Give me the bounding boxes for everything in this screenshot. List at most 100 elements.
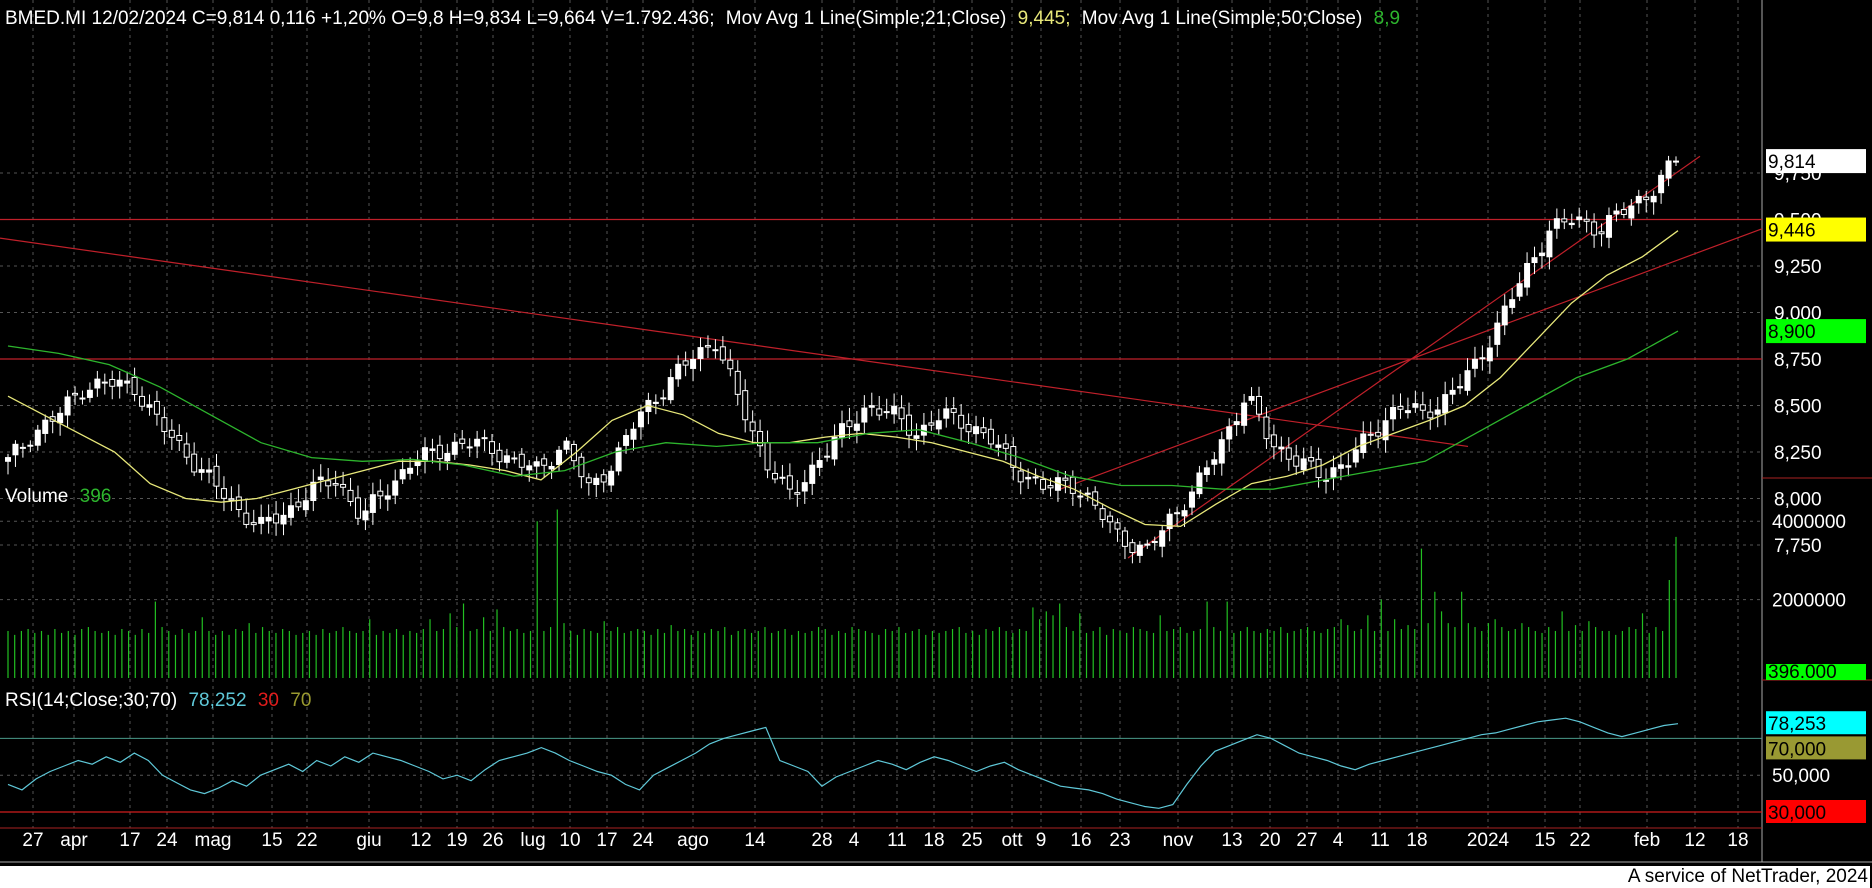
candle-body [1144, 543, 1151, 546]
candle-body [987, 428, 994, 445]
candle-body [623, 435, 630, 446]
candle-body [1449, 389, 1456, 395]
candle-body [354, 497, 361, 519]
price-tick-label: 8,000 [1774, 490, 1822, 511]
candle-body [533, 461, 540, 467]
date-tick-label: ago [677, 830, 709, 851]
stock-chart[interactable]: 7,7508,0008,2508,5008,7509,0009,2509,500… [0, 0, 1872, 888]
candle-body [846, 420, 853, 428]
price-tick-label: 8,250 [1774, 443, 1822, 464]
candle-body [206, 469, 213, 473]
candle-body [1397, 405, 1404, 410]
candle-body [198, 469, 205, 473]
candle-body [749, 421, 756, 432]
candle-body [5, 457, 11, 462]
candle-body [481, 437, 488, 440]
candle-body [548, 465, 555, 470]
candle-body [258, 516, 265, 524]
candle-body [771, 472, 778, 480]
candle-body [712, 349, 719, 352]
candle-body [34, 429, 41, 446]
candle-body [1598, 231, 1605, 235]
candle-body [891, 405, 898, 415]
candle-body [94, 378, 101, 389]
candle-body [1345, 465, 1352, 468]
candle-body [444, 452, 451, 462]
date-axis: 27 apr 17 24 mag 15 22 giu 12 19 26 lug 10 17 24 ago 14 2… [22, 830, 1748, 851]
date-tick-label: apr [60, 830, 88, 851]
candle-body [1315, 458, 1322, 479]
candle-body [1136, 544, 1143, 556]
candle-body [1203, 467, 1210, 475]
candle-body [853, 423, 860, 431]
candle-body [1241, 402, 1248, 426]
candle-body [958, 414, 965, 429]
candle-body [1211, 459, 1218, 465]
ma50-value: 8,9 [1374, 8, 1400, 29]
price-axis: 7,7508,0008,2508,5008,7509,0009,2509,500… [1772, 164, 1846, 787]
candle-body [1002, 443, 1009, 449]
candle-body [578, 456, 585, 478]
candle-body [928, 422, 935, 426]
candle-body [585, 477, 592, 484]
date-tick-label: 17 [596, 830, 617, 851]
header-text: BMED.MI 12/02/2024 C=9,814 0,116 +1,20% … [5, 8, 1400, 29]
date-tick-label: 25 [961, 830, 982, 851]
date-tick-label: 22 [296, 830, 317, 851]
candle-body [503, 455, 510, 463]
candle-body [1419, 404, 1426, 411]
candle-body [124, 380, 131, 384]
candle-body [131, 376, 138, 395]
candle-body [727, 359, 734, 370]
date-tick-label: 18 [1406, 830, 1427, 851]
candle-body [1434, 409, 1441, 415]
rsi-label: RSI(14;Close;30;70) [5, 690, 177, 711]
price-tick-label: 9,250 [1774, 257, 1822, 278]
candle-body [1293, 455, 1300, 467]
date-tick-label: mag [195, 830, 232, 851]
candle-body [340, 483, 347, 488]
date-tick-label: 2024 [1467, 830, 1510, 851]
price-markers: 9,814 9,446 8,900 396.000 78,253 70,000 30,000 [1766, 149, 1866, 824]
candle-body [1568, 222, 1575, 226]
candle-body [1330, 467, 1337, 478]
candle-body [1538, 252, 1545, 257]
candle-body [630, 428, 637, 440]
candle-body [1367, 433, 1374, 436]
candle-body [1062, 477, 1069, 481]
candle-body [1412, 403, 1419, 408]
candle-body [362, 510, 369, 521]
candle-body [980, 427, 987, 434]
date-tick-label: 10 [559, 830, 580, 851]
channel-upper-trendline [1127, 155, 1701, 559]
candle-body [1308, 457, 1315, 462]
candle-body [377, 490, 384, 497]
candle-body [1047, 485, 1054, 489]
candle-body [556, 449, 563, 466]
date-tick-label: 14 [744, 830, 766, 851]
candle-body [384, 495, 391, 500]
candle-body [1658, 174, 1665, 194]
candle-body [1263, 416, 1270, 440]
candle-body [287, 505, 294, 518]
candle-body [794, 492, 801, 495]
candle-body [1553, 218, 1560, 229]
date-tick-label: 27 [1296, 830, 1317, 851]
candle-body [742, 390, 749, 421]
candle-body [1114, 522, 1121, 530]
rsi-title: RSI(14;Close;30;70) 78,252 30 70 [5, 690, 311, 711]
candle-body [1151, 540, 1158, 544]
rsi-line [7, 717, 1679, 809]
date-tick-label: 27 [22, 830, 43, 851]
candle-body [19, 446, 26, 449]
date-tick-label: 18 [923, 830, 944, 851]
candle-body [347, 489, 354, 502]
candle-body [764, 442, 771, 471]
ma50-label: Mov Avg 1 Line(Simple;50;Close) [1082, 8, 1363, 29]
candle-body [1643, 196, 1650, 201]
candle-body [273, 513, 280, 524]
candle-body [213, 465, 220, 487]
panel-separators [0, 0, 1872, 863]
candle-body [459, 438, 466, 444]
candle-body [1129, 542, 1136, 554]
